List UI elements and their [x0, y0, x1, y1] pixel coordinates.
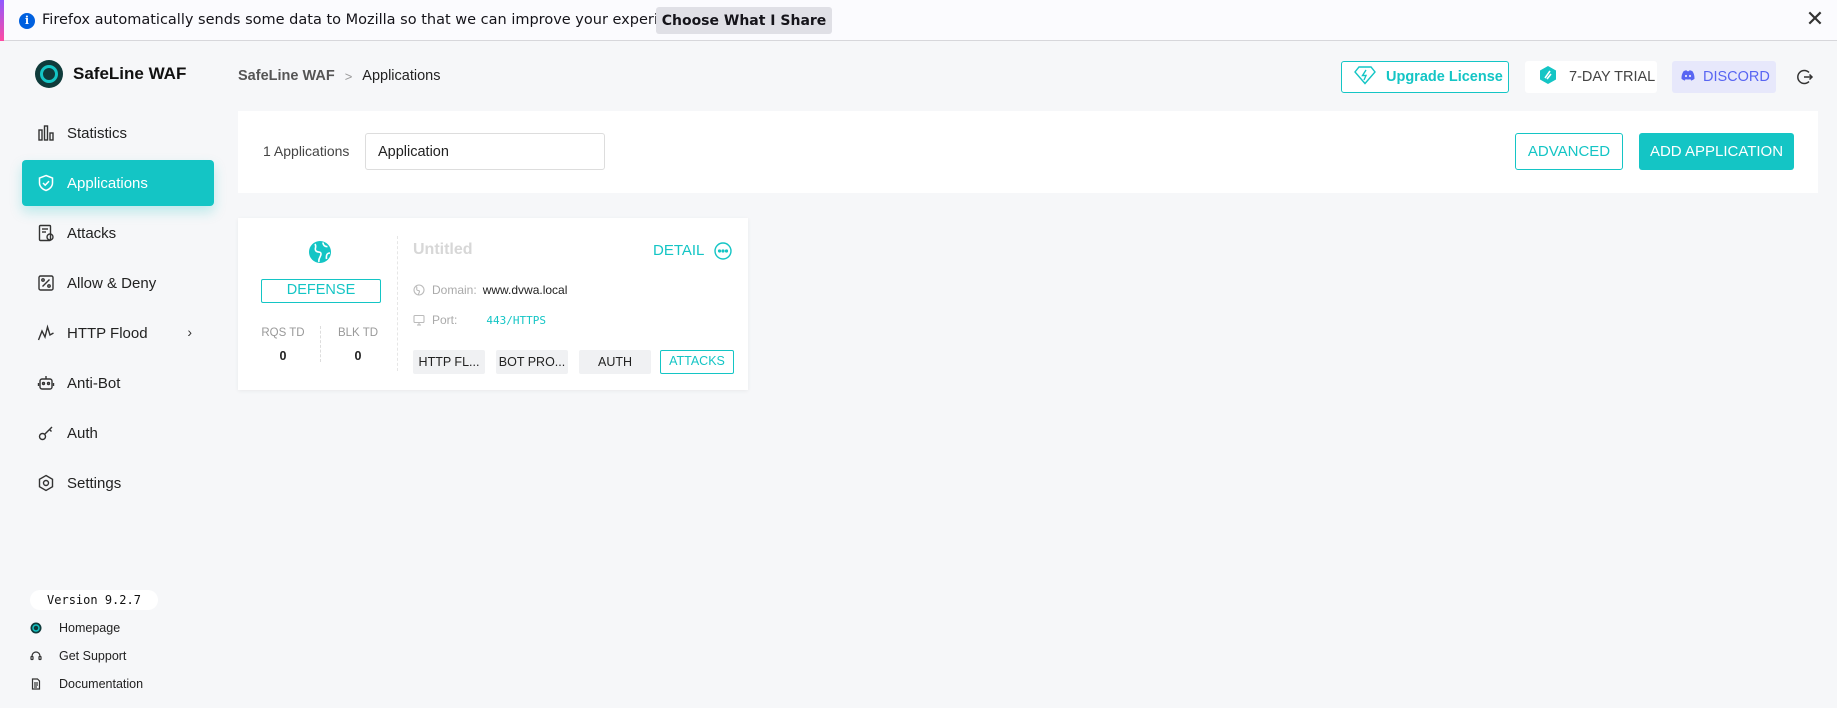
- document-icon: [30, 678, 42, 690]
- stat-divider: [320, 326, 321, 362]
- sidebar-item-label: Settings: [67, 474, 122, 492]
- chevron-right-icon: ›: [187, 324, 192, 340]
- sidebar-item-label: Applications: [67, 174, 148, 192]
- safeline-logo-icon: [35, 60, 63, 88]
- breadcrumb-root[interactable]: SafeLine WAF: [238, 68, 335, 84]
- advanced-button[interactable]: ADVANCED: [1515, 133, 1623, 170]
- sidebar-item-label: Attacks: [67, 224, 117, 242]
- shield-icon: [37, 174, 55, 192]
- application-card: DEFENSE RQS TD 0 BLK TD 0 Untitled DETAI…: [238, 218, 748, 390]
- robot-icon: [37, 374, 55, 392]
- brand-name: SafeLine WAF: [73, 64, 187, 83]
- gear-icon: [37, 474, 55, 492]
- trial-label: 7-DAY TRIAL: [1569, 69, 1656, 85]
- add-application-button[interactable]: ADD APPLICATION: [1639, 133, 1794, 170]
- hexagon-logo-icon: [1539, 65, 1557, 89]
- stat-label: BLK TD: [337, 327, 379, 339]
- sidebar-item-http-flood[interactable]: HTTP Flood ›: [22, 310, 214, 356]
- sidebar-item-settings[interactable]: Settings: [22, 460, 214, 506]
- domain-value: www.dvwa.local: [482, 283, 568, 297]
- brand[interactable]: SafeLine WAF: [35, 60, 186, 88]
- attacks-tag[interactable]: ATTACKS: [660, 350, 734, 374]
- sidebar-item-label: Anti-Bot: [67, 374, 121, 392]
- application-title: Untitled: [413, 241, 473, 258]
- pulse-icon: [37, 324, 55, 342]
- key-icon: [37, 424, 55, 442]
- version-badge: Version 9.2.7: [30, 590, 158, 610]
- firefox-data-notification-bar: i Firefox automatically sends some data …: [0, 0, 1837, 41]
- sidebar-nav: Statistics Applications Attacks Allow & …: [22, 110, 214, 510]
- get-support-link[interactable]: Get Support: [30, 649, 126, 663]
- auth-tag[interactable]: AUTH: [579, 350, 651, 374]
- notification-message: Firefox automatically sends some data to…: [42, 12, 698, 28]
- http-flood-tag[interactable]: HTTP FL...: [413, 350, 485, 374]
- breadcrumb: SafeLine WAF > Applications: [238, 68, 440, 84]
- stat-value: 0: [354, 349, 362, 363]
- sidebar-item-auth[interactable]: Auth: [22, 410, 214, 456]
- discord-icon: [1681, 69, 1695, 85]
- more-options-icon[interactable]: [714, 242, 732, 260]
- globe-icon: [308, 240, 332, 264]
- sidebar-item-attacks[interactable]: Attacks: [22, 210, 214, 256]
- defense-mode-badge[interactable]: DEFENSE: [261, 279, 381, 303]
- application-search-input[interactable]: [365, 133, 605, 170]
- stat-value: 0: [279, 349, 287, 363]
- bot-protection-tag[interactable]: BOT PRO...: [496, 350, 568, 374]
- applications-count: 1 Applications: [263, 143, 350, 159]
- port-row: Port: 443/HTTPS: [413, 313, 546, 327]
- domain-row: Domain: www.dvwa.local: [413, 283, 567, 297]
- choose-what-i-share-button[interactable]: Choose What I Share: [656, 7, 832, 34]
- discord-label: DISCORD: [1703, 69, 1770, 85]
- sidebar-item-label: Statistics: [67, 124, 128, 142]
- sidebar-item-label: Allow & Deny: [67, 274, 157, 292]
- sidebar-item-label: HTTP Flood: [67, 324, 148, 342]
- port-value: 443/HTTPS: [486, 313, 546, 327]
- close-icon[interactable]: ✕: [1804, 9, 1826, 31]
- sidebar-item-applications[interactable]: Applications: [22, 160, 214, 206]
- documentation-link[interactable]: Documentation: [30, 677, 143, 691]
- domain-globe-icon: [413, 284, 425, 296]
- homepage-icon: [30, 622, 42, 634]
- diamond-bolt-icon: [1354, 65, 1376, 89]
- percent-icon: [37, 274, 55, 292]
- blocked-today-stat: BLK TD 0: [328, 327, 388, 363]
- applications-toolbar: 1 Applications ADVANCED ADD APPLICATION: [238, 111, 1818, 193]
- requests-today-stat: RQS TD 0: [253, 327, 313, 363]
- trial-badge[interactable]: 7-DAY TRIAL: [1525, 61, 1657, 93]
- get-support-label: Get Support: [59, 649, 127, 663]
- sidebar-item-allow-deny[interactable]: Allow & Deny: [22, 260, 214, 306]
- logout-icon[interactable]: [1795, 67, 1815, 87]
- documentation-label: Documentation: [59, 677, 144, 691]
- sidebar-item-label: Auth: [67, 424, 98, 442]
- breadcrumb-current: Applications: [362, 68, 441, 84]
- chevron-right-icon: >: [344, 68, 353, 84]
- detail-link[interactable]: DETAIL: [653, 242, 704, 259]
- info-icon: i: [19, 13, 35, 29]
- sidebar-item-statistics[interactable]: Statistics: [22, 110, 214, 156]
- headset-icon: [30, 650, 42, 662]
- upgrade-license-button[interactable]: Upgrade License: [1341, 61, 1509, 93]
- bar-chart-icon: [37, 124, 55, 142]
- stat-label: RQS TD: [261, 327, 305, 339]
- card-divider: [397, 236, 398, 371]
- sidebar-item-anti-bot[interactable]: Anti-Bot: [22, 360, 214, 406]
- homepage-label: Homepage: [59, 621, 121, 635]
- upgrade-license-label: Upgrade License: [1386, 69, 1503, 85]
- monitor-icon: [413, 314, 425, 326]
- domain-label: Domain:: [432, 283, 477, 297]
- homepage-link[interactable]: Homepage: [30, 621, 120, 635]
- attack-log-icon: [37, 224, 55, 242]
- port-label: Port:: [432, 313, 458, 327]
- discord-button[interactable]: DISCORD: [1672, 61, 1776, 93]
